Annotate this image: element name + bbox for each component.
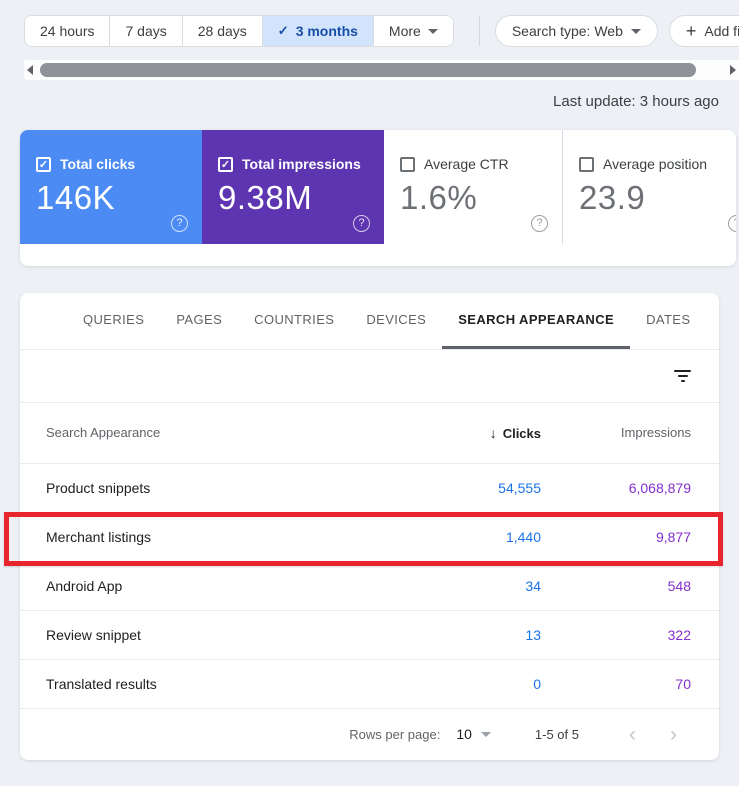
dimension-tabs: QUERIES PAGES COUNTRIES DEVICES SEARCH A… [20,293,719,350]
row-name: Android App [46,578,123,594]
search-type-label: Search type: Web [511,23,623,39]
column-header-clicks[interactable]: ↓ Clicks [490,425,541,441]
row-name: Product snippets [46,480,151,496]
row-name: Merchant listings [46,529,152,545]
row-impressions: 548 [667,578,691,594]
average-position-value: 23.9 [579,179,646,216]
chevron-down-icon[interactable] [480,731,491,737]
row-impressions: 322 [667,627,691,643]
help-icon[interactable]: ? [728,215,736,232]
row-name: Review snippet [46,627,141,643]
average-ctr-checkbox[interactable] [400,156,415,172]
rows-per-page-label: Rows per page: [349,726,441,742]
table-filter-row [20,350,719,403]
total-clicks-label: Total clicks [60,156,136,172]
report-table-panel: QUERIES PAGES COUNTRIES DEVICES SEARCH A… [20,293,719,760]
row-clicks: 34 [525,578,541,594]
search-type-button[interactable]: Search type: Web [494,15,658,47]
filter-icon[interactable] [674,370,691,382]
table-pagination: Rows per page: 10 1-5 of 5 ‹ › [20,709,719,759]
table-header: Search Appearance ↓ Clicks Impressions [20,403,719,464]
metrics-panel: ✓ Total clicks 146K ? ✓ Total impression… [20,130,736,266]
chevron-down-icon [427,28,438,34]
average-position-card[interactable]: Average position 23.9 ? [562,130,736,244]
tab-countries[interactable]: COUNTRIES [238,293,350,349]
tab-dates[interactable]: DATES [630,293,706,349]
last-update-text: Last update: 3 hours ago [553,93,719,110]
next-page-button[interactable]: › [670,724,677,745]
total-impressions-checkbox[interactable]: ✓ [218,156,233,172]
add-filter-label: Add filter [704,23,739,39]
help-icon[interactable]: ? [353,215,370,232]
row-impressions: 9,877 [655,529,691,545]
table-row-product-snippets[interactable]: Product snippets 54,555 6,068,879 [20,464,719,513]
row-impressions: 6,068,879 [628,480,691,496]
column-header-dimension: Search Appearance [46,425,161,440]
average-position-checkbox[interactable] [579,156,594,172]
tab-devices[interactable]: DEVICES [350,293,442,349]
average-position-label: Average position [603,156,708,172]
plus-icon: + [685,21,697,41]
scroll-left-arrow-icon[interactable] [27,65,33,75]
toolbar-divider [478,16,480,46]
table-row-merchant-listings[interactable]: Merchant listings 1,440 9,877 [20,513,719,562]
row-clicks: 0 [533,676,541,692]
date-range-group: 24 hours 7 days 28 days ✓ 3 months More [24,15,454,47]
column-header-clicks-label: Clicks [502,425,541,441]
rows-per-page-select[interactable]: 10 [456,726,472,742]
row-clicks: 54,555 [498,480,541,496]
horizontal-scrollbar[interactable] [24,60,739,80]
total-clicks-checkbox[interactable]: ✓ [36,156,51,172]
help-icon[interactable]: ? [531,215,548,232]
chevron-down-icon [630,28,641,34]
tab-search-appearance[interactable]: SEARCH APPEARANCE [442,293,631,349]
pagination-range: 1-5 of 5 [534,726,579,742]
date-range-28-days[interactable]: 28 days [181,16,262,46]
row-clicks: 1,440 [505,529,541,545]
date-range-label: 24 hours [40,23,95,39]
total-impressions-label: Total impressions [242,156,361,172]
total-impressions-card[interactable]: ✓ Total impressions 9.38M ? [202,130,384,244]
row-name: Translated results [46,676,157,692]
total-impressions-value: 9.38M [218,179,313,216]
average-ctr-value: 1.6% [400,179,478,216]
tab-pages[interactable]: PAGES [160,293,238,349]
date-range-label: More [388,23,421,39]
row-impressions: 70 [675,676,691,692]
scroll-right-arrow-icon[interactable] [730,65,736,75]
date-range-7-days[interactable]: 7 days [109,16,182,46]
average-ctr-card[interactable]: Average CTR 1.6% ? [384,130,562,244]
total-clicks-card[interactable]: ✓ Total clicks 146K ? [20,130,202,244]
row-clicks: 13 [525,627,541,643]
table-row-translated-results[interactable]: Translated results 0 70 [20,660,719,709]
date-range-label: 3 months [295,23,358,39]
tab-queries[interactable]: QUERIES [67,293,160,349]
average-ctr-label: Average CTR [424,156,509,172]
scrollbar-thumb[interactable] [40,63,696,77]
column-header-impressions[interactable]: Impressions [621,425,691,440]
total-clicks-value: 146K [36,179,116,216]
table-row-android-app[interactable]: Android App 34 548 [20,562,719,611]
table-row-review-snippet[interactable]: Review snippet 13 322 [20,611,719,660]
date-range-24-hours[interactable]: 24 hours [25,16,110,46]
date-range-more-button[interactable]: More [372,16,453,46]
top-toolbar: 24 hours 7 days 28 days ✓ 3 months More … [24,15,739,47]
previous-page-button[interactable]: ‹ [629,724,636,745]
help-icon[interactable]: ? [171,215,188,232]
sort-descending-icon: ↓ [489,425,497,441]
check-icon: ✓ [277,23,289,38]
add-filter-button[interactable]: + Add filter [668,15,739,47]
date-range-label: 28 days [197,23,247,39]
date-range-label: 7 days [125,23,167,39]
date-range-3-months[interactable]: ✓ 3 months [261,16,373,46]
